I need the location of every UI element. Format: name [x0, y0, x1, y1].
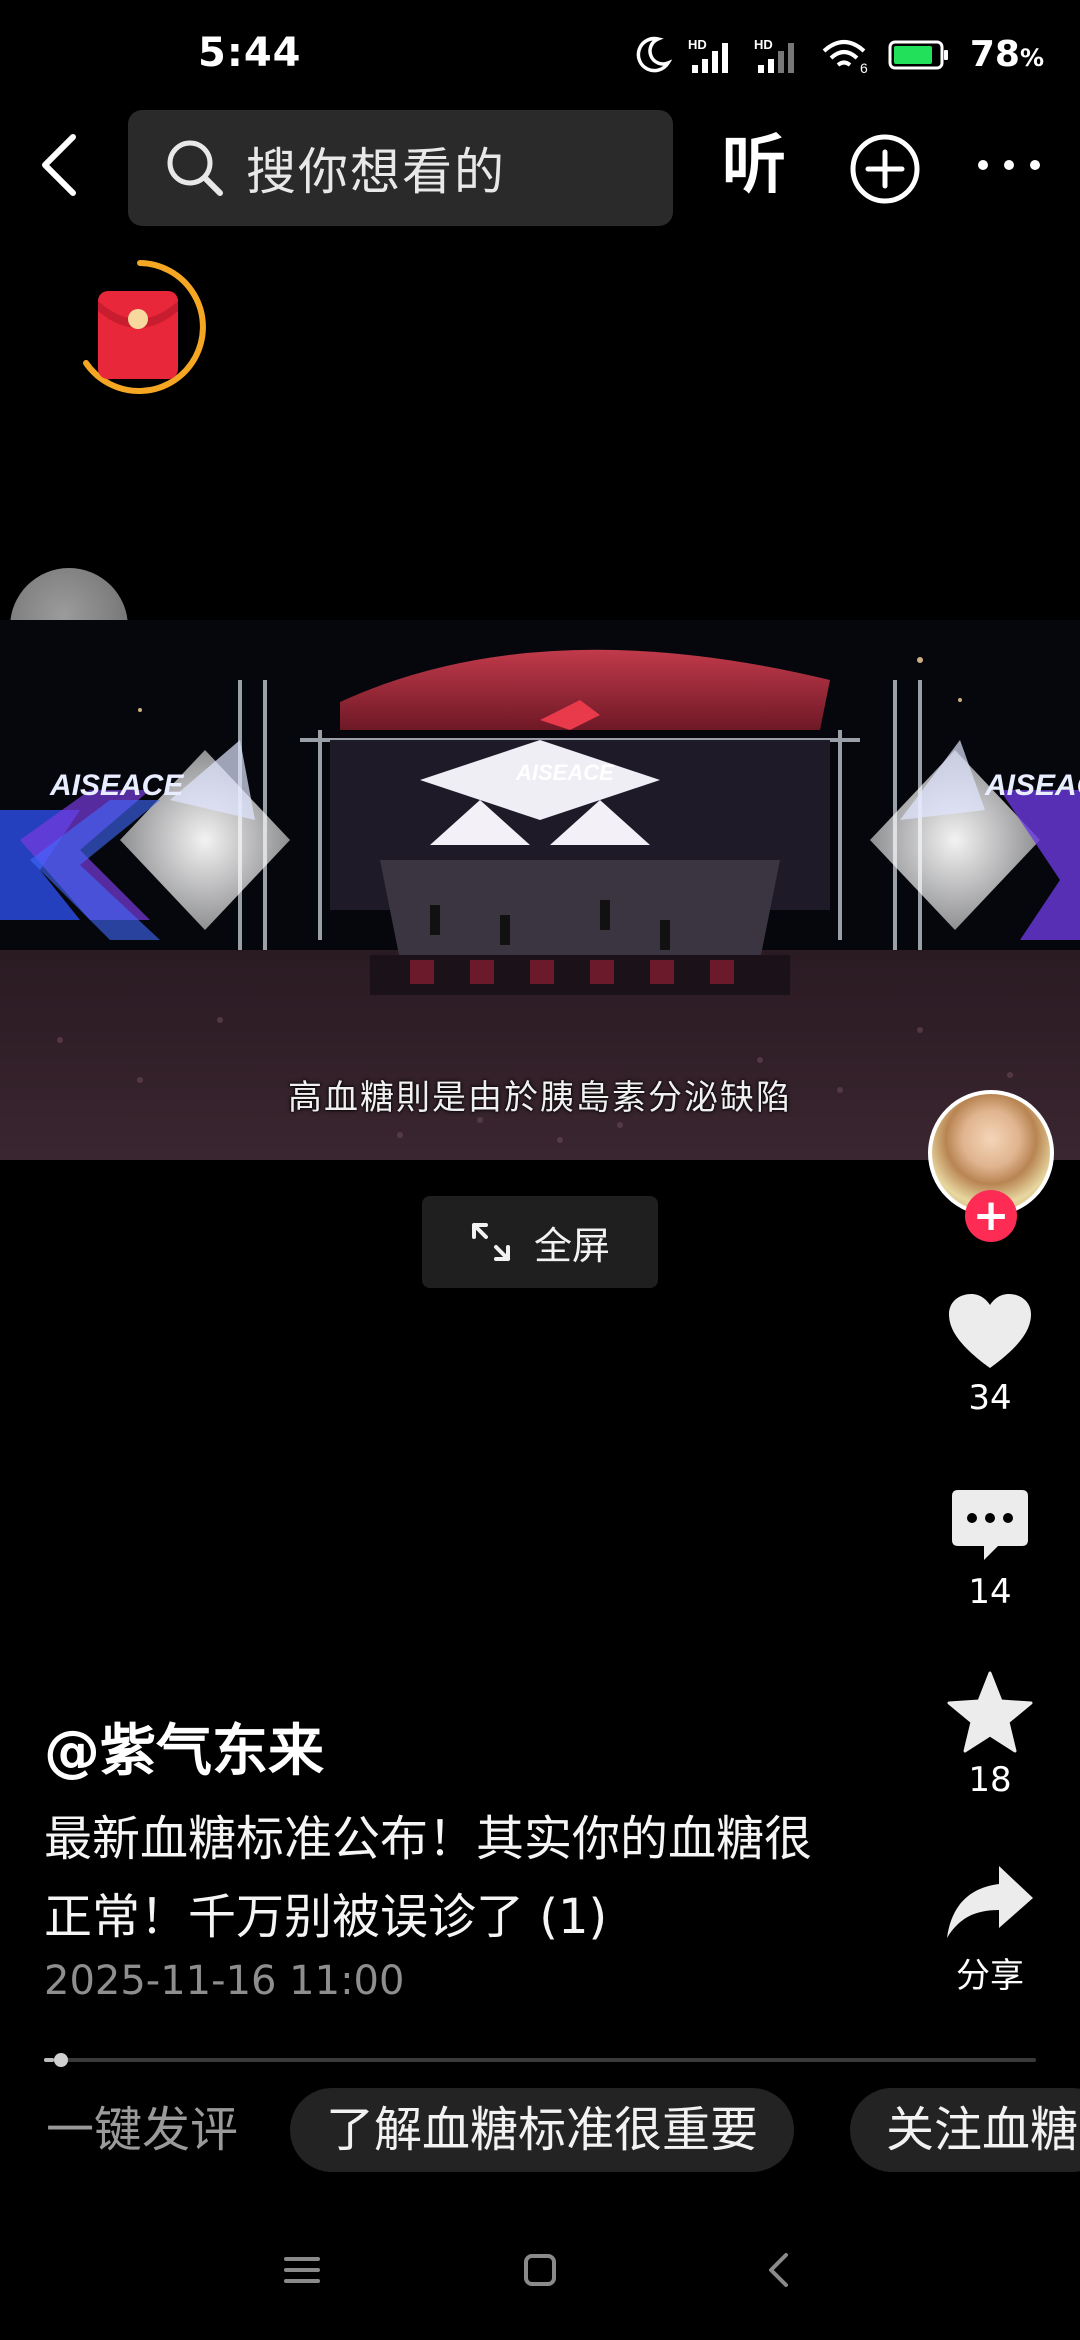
- like-button[interactable]: 34: [930, 1292, 1050, 1418]
- menu-icon: [284, 2257, 320, 2283]
- moon-icon: [636, 36, 672, 72]
- chevron-left-icon: [769, 2253, 788, 2287]
- video-progress-bar[interactable]: [44, 2053, 1036, 2067]
- listen-button[interactable]: 听: [722, 128, 786, 204]
- favorite-button[interactable]: 18: [930, 1670, 1050, 1800]
- like-count: 34: [968, 1378, 1012, 1418]
- star-icon: [947, 1671, 1033, 1753]
- plus-circle-icon: [850, 134, 920, 204]
- system-nav-bar: [0, 2200, 1080, 2340]
- add-button[interactable]: [848, 132, 922, 206]
- comment-count: 14: [968, 1572, 1012, 1612]
- share-arrow-icon: [947, 1866, 1033, 1938]
- right-banner-logo: AISEACE: [984, 769, 1080, 802]
- author-avatar[interactable]: +: [928, 1090, 1054, 1242]
- signal-hd-icon: HD: [688, 37, 728, 73]
- top-nav: 搜你想看的 听: [0, 108, 1080, 226]
- wifi-icon: 6: [822, 39, 868, 75]
- menu-button[interactable]: [272, 2240, 332, 2300]
- more-dot-icon: [1004, 160, 1014, 170]
- status-bar: 5:44 HD HD 6 78%: [0, 0, 1080, 110]
- red-packet-widget[interactable]: [70, 255, 210, 405]
- heart-icon: [949, 1294, 1031, 1368]
- more-dot-icon: [1030, 160, 1040, 170]
- share-label: 分享: [956, 1956, 1024, 1996]
- status-icons: HD HD 6 78%: [632, 34, 1044, 75]
- signal-hd-icon-2: HD: [754, 37, 794, 73]
- comment-bubble-icon: [952, 1490, 1028, 1560]
- quick-comment-label: 一键发评: [46, 2102, 239, 2158]
- back-button[interactable]: [22, 128, 96, 202]
- more-dot-icon: [978, 160, 988, 170]
- post-description[interactable]: 最新血糖标准公布！其实你的血糖很正常！千万别被误诊了 (1): [44, 1800, 844, 1956]
- video-subtitle: 高血糖則是由於胰島素分泌缺陷: [288, 1078, 792, 1118]
- battery-percent: 78%: [969, 34, 1044, 75]
- more-button[interactable]: [978, 150, 1040, 180]
- favorite-count: 18: [968, 1760, 1012, 1800]
- search-input[interactable]: 搜你想看的: [128, 110, 673, 226]
- follow-button[interactable]: +: [965, 1190, 1017, 1242]
- progress-thumb[interactable]: [53, 2053, 68, 2067]
- share-button[interactable]: 分享: [930, 1862, 1050, 1997]
- comment-button[interactable]: 14: [930, 1486, 1050, 1612]
- wifi-badge: 6: [860, 60, 868, 75]
- post-date: 2025-11-16 11:00: [44, 1958, 405, 2004]
- system-back-button[interactable]: [748, 2240, 808, 2300]
- svg-text:HD: HD: [754, 37, 773, 52]
- fullscreen-label: 全屏: [533, 1223, 610, 1268]
- svg-text:HD: HD: [688, 37, 707, 52]
- home-square-icon: [524, 2254, 556, 2286]
- author-name[interactable]: @紫气东来: [44, 1706, 324, 1787]
- center-banner-logo: AISEACE: [515, 760, 615, 785]
- back-arrow-icon: [42, 134, 76, 196]
- search-placeholder: 搜你想看的: [246, 143, 506, 201]
- quick-comment-chip[interactable]: 了解血糖标准很重要: [290, 2088, 795, 2172]
- video-player[interactable]: AISEACE AISEACE AISEACE 高血糖則是由於胰島素分泌缺陷: [0, 620, 1080, 1160]
- red-packet-icon: [83, 260, 206, 394]
- video-feed-screen: 5:44 HD HD 6 78% 搜你想看的 听 AISEACE AISEA A…: [0, 0, 1080, 2340]
- status-time: 5:44: [198, 30, 302, 76]
- left-banner-logo: AISEACE: [49, 769, 184, 802]
- battery-icon: [888, 40, 948, 69]
- home-button[interactable]: [510, 2240, 570, 2300]
- progress-fill: [44, 2058, 54, 2062]
- expand-icon: [471, 1223, 510, 1261]
- search-icon: [167, 140, 223, 196]
- fullscreen-button[interactable]: 全屏: [422, 1196, 658, 1288]
- quick-comment-chip[interactable]: 关注血糖: [850, 2088, 1080, 2172]
